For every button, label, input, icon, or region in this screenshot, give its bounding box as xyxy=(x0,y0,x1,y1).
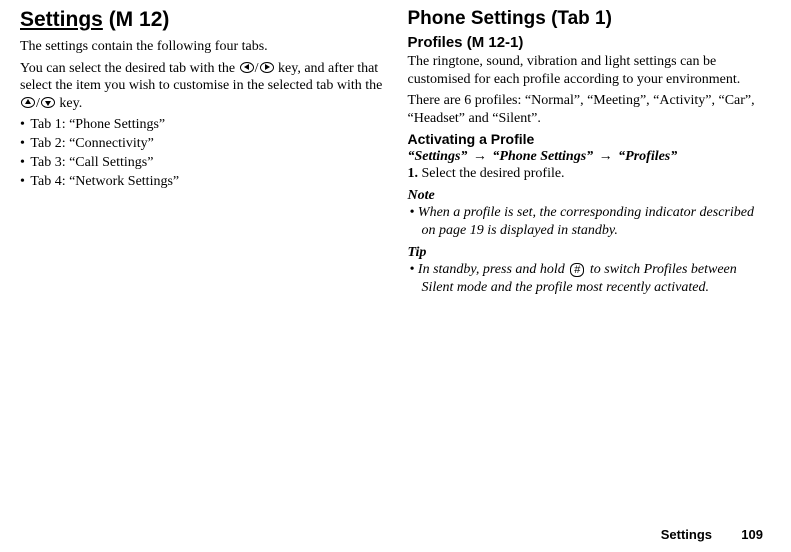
settings-intro: The settings contain the following four … xyxy=(20,38,384,56)
right-key-icon xyxy=(260,62,274,73)
tip-pre: In standby, press and hold xyxy=(418,262,568,277)
settings-heading-word: Settings xyxy=(20,8,103,31)
path-profiles: “Profiles” xyxy=(618,149,677,164)
down-key-icon xyxy=(41,97,55,108)
note-body: When a profile is set, the corresponding… xyxy=(422,204,772,239)
list-item: Tab 2: “Connectivity” xyxy=(20,135,384,154)
profiles-list: There are 6 profiles: “Normal”, “Meeting… xyxy=(408,92,772,127)
settings-menu-code: (M 12) xyxy=(109,8,170,31)
phone-settings-heading-text: Phone Settings xyxy=(408,8,546,29)
nav-path: “Settings” → “Phone Settings” → “Profile… xyxy=(408,149,772,165)
footer-section: Settings xyxy=(661,527,712,542)
tip-body: In standby, press and hold # to switch P… xyxy=(422,261,772,296)
profiles-menu-code: (M 12-1) xyxy=(467,34,524,51)
left-key-icon xyxy=(240,62,254,73)
keytext-pre: You can select the desired tab with the xyxy=(20,61,239,76)
profiles-intro: The ringtone, sound, vibration and light… xyxy=(408,53,772,88)
tab-list: Tab 1: “Phone Settings” Tab 2: “Connecti… xyxy=(20,116,384,192)
path-phone-settings: “Phone Settings” xyxy=(492,149,593,164)
list-item: Tab 1: “Phone Settings” xyxy=(20,116,384,135)
keytext-post: key. xyxy=(56,96,82,111)
up-key-icon xyxy=(21,97,35,108)
path-settings: “Settings” xyxy=(408,149,468,164)
activating-profile-heading: Activating a Profile xyxy=(408,131,772,147)
settings-heading: Settings (M 12) xyxy=(20,8,384,32)
step-1: 1. Select the desired profile. xyxy=(408,166,772,182)
step-text: Select the desired profile. xyxy=(422,166,565,181)
profiles-heading: Profiles (M 12-1) xyxy=(408,34,772,51)
list-item: Tab 3: “Call Settings” xyxy=(20,154,384,173)
footer-page-number: 109 xyxy=(741,527,763,542)
settings-key-text: You can select the desired tab with the … xyxy=(20,60,384,113)
profiles-heading-text: Profiles xyxy=(408,34,463,51)
arrow-icon: → xyxy=(473,149,487,164)
hash-key-icon: # xyxy=(570,263,584,277)
note-heading: Note xyxy=(408,188,772,204)
arrow-icon: → xyxy=(599,149,613,164)
phone-settings-tab-ref: (Tab 1) xyxy=(551,8,612,29)
step-number: 1. xyxy=(408,166,419,181)
list-item: Tab 4: “Network Settings” xyxy=(20,173,384,192)
phone-settings-heading: Phone Settings (Tab 1) xyxy=(408,8,772,30)
page-footer: Settings 109 xyxy=(661,527,763,542)
tip-heading: Tip xyxy=(408,245,772,261)
